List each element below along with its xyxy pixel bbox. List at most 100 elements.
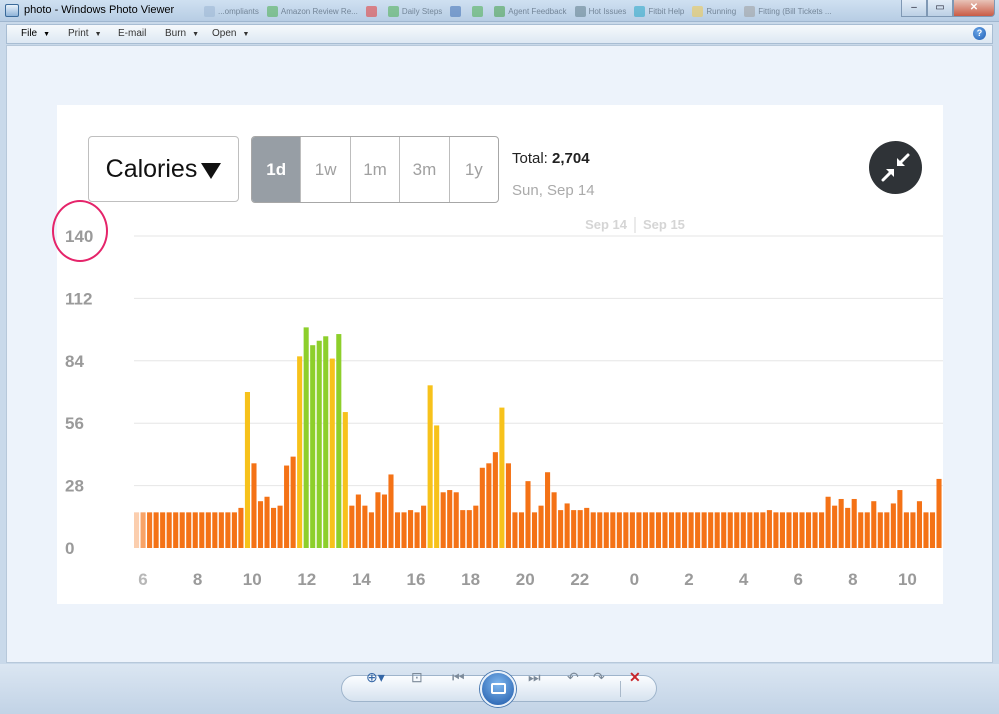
bar bbox=[688, 512, 694, 548]
bar bbox=[877, 512, 883, 548]
x-tick-label: 6 bbox=[138, 570, 147, 589]
task-chip-label: Running bbox=[706, 6, 737, 16]
bar bbox=[662, 512, 668, 548]
total-calories: Total: 2,704 bbox=[512, 150, 590, 167]
range-1m-button[interactable]: 1m bbox=[349, 137, 399, 202]
bar bbox=[675, 512, 681, 548]
menu-print-label: Print bbox=[68, 28, 89, 39]
y-tick-label: 28 bbox=[65, 477, 84, 496]
task-chip: Daily Steps bbox=[387, 2, 442, 20]
bar bbox=[362, 505, 368, 548]
bar bbox=[408, 510, 414, 548]
minimize-button[interactable]: ‒ bbox=[901, 0, 927, 17]
menu-burn-label: Burn bbox=[165, 28, 187, 39]
x-tick-label: 8 bbox=[848, 570, 857, 589]
photo-viewer-icon bbox=[5, 4, 19, 17]
zoom-icon[interactable]: ⊕▾ bbox=[366, 669, 385, 685]
bar bbox=[316, 340, 322, 548]
bar bbox=[753, 512, 759, 548]
title-bar: photo - Windows Photo Viewer ...ompliant… bbox=[0, 0, 999, 22]
y-tick-label: 140 bbox=[65, 227, 93, 246]
menu-open[interactable]: Open ▼ bbox=[212, 28, 249, 39]
bar bbox=[244, 392, 251, 548]
help-icon[interactable]: ? bbox=[973, 27, 986, 40]
bar bbox=[916, 501, 922, 548]
bar bbox=[649, 512, 655, 548]
bar bbox=[936, 478, 942, 548]
range-3m-button[interactable]: 3m bbox=[399, 137, 448, 202]
range-1y-button[interactable]: 1y bbox=[448, 137, 498, 202]
bar bbox=[551, 492, 557, 548]
rotate-clockwise-icon[interactable]: ↷ bbox=[593, 669, 605, 685]
bar bbox=[812, 512, 818, 548]
collapse-arrows-icon bbox=[881, 153, 910, 182]
bar bbox=[179, 512, 185, 548]
bar bbox=[453, 492, 459, 548]
task-chip: Agent Feedback bbox=[494, 2, 567, 20]
dropdown-arrow-icon bbox=[201, 163, 222, 179]
bar bbox=[388, 474, 394, 548]
x-tick-label: 10 bbox=[243, 570, 262, 589]
bar bbox=[518, 512, 525, 548]
calories-bar-chart: 0285684112140Sep 14 Sep 156 8 10 12 14 16 18 20 2… bbox=[65, 217, 943, 589]
bar bbox=[525, 481, 531, 548]
bar bbox=[740, 512, 746, 548]
bar bbox=[616, 512, 622, 548]
bar bbox=[284, 465, 290, 548]
bar bbox=[845, 507, 851, 548]
range-1w-button[interactable]: 1w bbox=[300, 137, 349, 202]
bar bbox=[401, 512, 407, 548]
bar bbox=[929, 512, 936, 548]
menu-print[interactable]: Print ▼ bbox=[68, 28, 102, 39]
bar bbox=[714, 512, 720, 548]
x-tick-label: 8 bbox=[193, 570, 202, 589]
close-button[interactable]: ✕ bbox=[953, 0, 995, 17]
maximize-button[interactable]: ▭ bbox=[927, 0, 953, 17]
chevron-down-icon: ▼ bbox=[242, 31, 250, 38]
bar bbox=[858, 512, 864, 548]
x-tick-label: 6 bbox=[793, 570, 802, 589]
rotate-counterclockwise-icon[interactable]: ↶ bbox=[567, 669, 579, 685]
bar bbox=[766, 510, 772, 548]
bar bbox=[838, 498, 844, 548]
menu-burn[interactable]: Burn ▼ bbox=[165, 28, 199, 39]
range-1d-button[interactable]: 1d bbox=[252, 137, 301, 202]
photo-image: Calories 1d 1w 1m 3m 1y Total: 2,704 Sun, Se… bbox=[52, 105, 943, 604]
bar bbox=[597, 512, 603, 548]
background-task-strip: ...ompliants Amazon Review Re... Daily Ste… bbox=[204, 2, 894, 20]
task-chip-label: Amazon Review Re... bbox=[280, 6, 358, 16]
next-icon[interactable]: ⏭ bbox=[528, 669, 541, 685]
menu-file[interactable]: File ▼ bbox=[21, 28, 50, 39]
bar bbox=[799, 512, 805, 548]
task-chip: ...ompliants bbox=[204, 2, 259, 20]
bar bbox=[910, 512, 916, 548]
bar bbox=[212, 512, 218, 548]
task-chip: Amazon Review Re... bbox=[266, 2, 358, 20]
bar bbox=[747, 512, 753, 548]
slideshow-button[interactable] bbox=[480, 671, 516, 707]
bar bbox=[571, 510, 577, 548]
y-tick-label: 0 bbox=[65, 539, 74, 558]
bar bbox=[558, 510, 564, 548]
bar bbox=[864, 512, 870, 548]
bar bbox=[349, 505, 355, 548]
bar bbox=[636, 512, 642, 548]
delete-icon[interactable]: ✕ bbox=[629, 669, 641, 685]
previous-icon[interactable]: ⏮ bbox=[452, 669, 465, 685]
bar bbox=[923, 512, 929, 548]
bar bbox=[884, 512, 890, 548]
bar bbox=[205, 512, 211, 548]
bar bbox=[721, 512, 727, 548]
bar bbox=[505, 463, 511, 548]
actual-size-icon[interactable]: ⊡ bbox=[411, 669, 423, 685]
bar bbox=[786, 512, 792, 548]
menu-file-label: File bbox=[21, 28, 38, 39]
menu-email[interactable]: E-mail bbox=[118, 28, 146, 39]
bar bbox=[564, 503, 570, 548]
bar bbox=[851, 498, 857, 548]
metric-dropdown[interactable]: Calories bbox=[88, 136, 239, 202]
collapse-button[interactable] bbox=[869, 141, 922, 194]
chevron-down-icon: ▼ bbox=[94, 31, 102, 38]
bar bbox=[708, 512, 714, 548]
bar bbox=[538, 505, 544, 548]
